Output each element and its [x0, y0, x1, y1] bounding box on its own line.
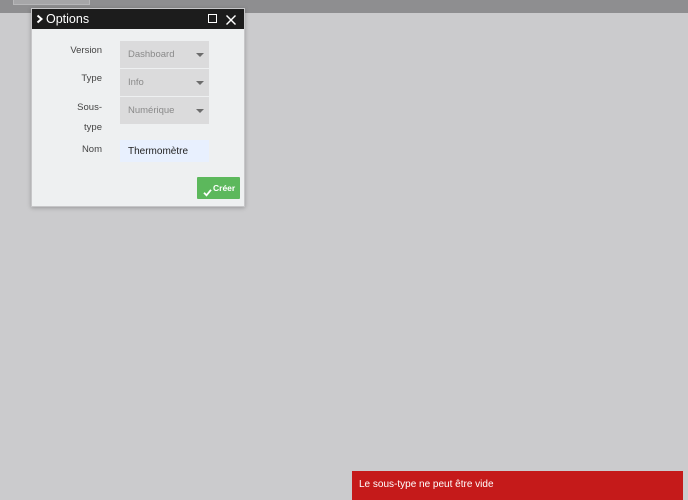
caret-down-icon: [196, 81, 204, 85]
toast-message: Le sous-type ne peut être vide: [359, 479, 494, 490]
dialog-titlebar[interactable]: Options: [32, 9, 244, 29]
type-label: Type: [81, 73, 102, 84]
close-icon[interactable]: [225, 13, 237, 25]
version-select-value: Dashboard: [128, 49, 175, 60]
search-icon[interactable]: [534, 0, 546, 6]
subtype-select-value: Numérique: [128, 105, 175, 116]
type-select[interactable]: Info: [120, 69, 209, 96]
maximize-icon[interactable]: [208, 14, 217, 23]
dialog-title: Options: [46, 12, 90, 26]
create-button-label: Créer: [213, 183, 236, 193]
subtype-label-line1: Sous-: [77, 102, 102, 113]
options-dialog: Options Version Dashboard Type Info Sous…: [31, 8, 245, 207]
name-label: Nom: [81, 144, 102, 155]
name-input[interactable]: [120, 140, 209, 162]
subtype-select[interactable]: Numérique: [120, 97, 209, 124]
create-button[interactable]: Créer: [197, 177, 240, 199]
version-select[interactable]: Dashboard: [120, 41, 209, 68]
check-icon: [203, 183, 212, 197]
subtype-label-line2: type: [84, 122, 102, 133]
version-label: Version: [70, 45, 102, 56]
caret-down-icon: [196, 109, 204, 113]
type-select-value: Info: [128, 77, 144, 88]
caret-down-icon: [196, 53, 204, 57]
top-bar-button[interactable]: [13, 0, 90, 5]
chevron-right-icon[interactable]: [35, 12, 45, 26]
error-toast[interactable]: Le sous-type ne peut être vide: [352, 471, 683, 500]
